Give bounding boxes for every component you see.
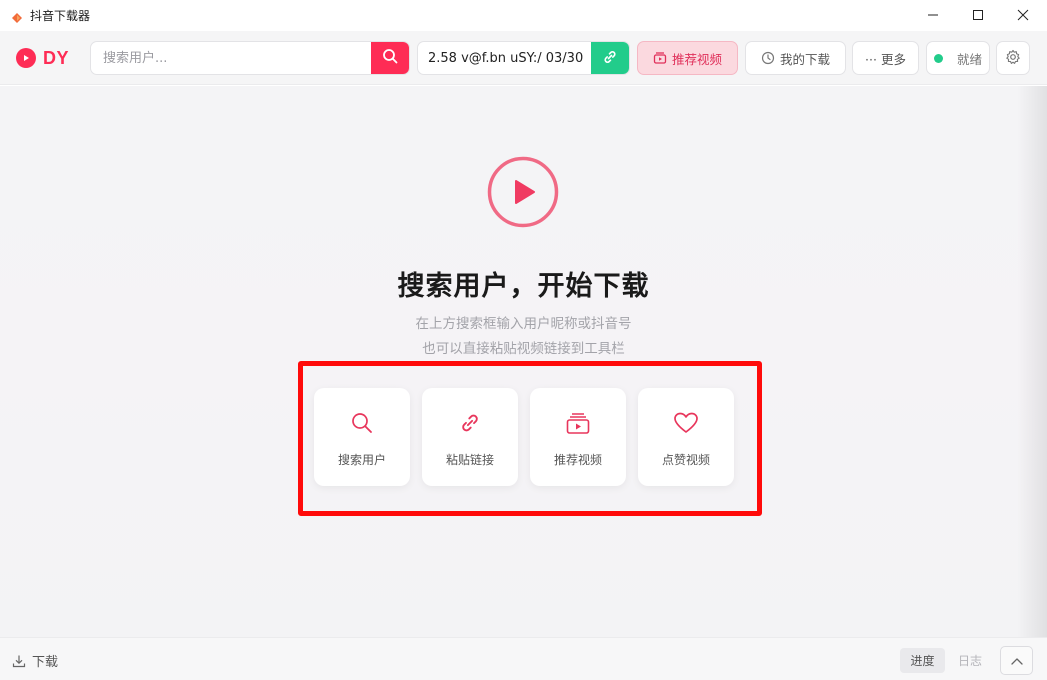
close-button[interactable] (1000, 0, 1046, 31)
window-title: 抖音下载器 (30, 9, 91, 23)
quick-action-paste-link[interactable]: 粘贴链接 (422, 388, 518, 486)
video-stack-icon (530, 410, 626, 436)
quick-action-label: 搜索用户 (337, 453, 386, 467)
quick-action-label: 粘贴链接 (445, 453, 494, 467)
close-icon (1017, 6, 1029, 25)
tab-progress[interactable]: 进度 (900, 648, 945, 673)
quick-action-label: 推荐视频 (553, 453, 602, 467)
search-box (90, 41, 410, 75)
gear-icon (1005, 49, 1021, 68)
maximize-button[interactable] (955, 0, 1001, 31)
quick-action-recommend-videos[interactable]: 推荐视频 (530, 388, 626, 486)
link-icon (422, 410, 518, 436)
video-stack-icon (653, 51, 667, 65)
search-icon (314, 410, 410, 436)
status-dot (933, 53, 943, 63)
search-icon (382, 48, 398, 68)
clock-icon (761, 51, 775, 65)
hero-subtitle-1: 在上方搜索框输入用户昵称或抖音号 (415, 316, 632, 332)
logo-text: DY (43, 47, 70, 68)
play-logo-icon (16, 48, 36, 68)
quick-action-liked-videos[interactable]: 点赞视频 (638, 388, 734, 486)
title-bar: 抖音下载器 (0, 0, 1047, 31)
recommend-videos-button[interactable]: 推荐视频 (637, 41, 738, 75)
my-downloads-button[interactable]: 我的下载 (745, 41, 846, 75)
heart-icon (638, 410, 734, 436)
link-box (417, 41, 630, 75)
settings-button[interactable] (996, 41, 1030, 75)
app-logo: DY (16, 48, 69, 68)
chevron-up-icon (1010, 651, 1024, 670)
minimize-button[interactable] (910, 0, 956, 31)
download-icon (12, 654, 26, 668)
hero-title: 搜索用户，开始下载 (397, 271, 650, 302)
search-button[interactable] (371, 42, 409, 74)
download-panel-toggle[interactable]: 下载 (12, 651, 58, 670)
panel-edge-shadow (1017, 86, 1047, 637)
status-indicator: 就绪 (926, 41, 990, 75)
link-icon (603, 49, 617, 68)
quick-action-label: 点赞视频 (661, 453, 710, 467)
download-label: 下载 (32, 655, 59, 670)
expand-panel-button[interactable] (1000, 646, 1033, 675)
parse-link-button[interactable] (591, 42, 629, 74)
quick-action-search-user[interactable]: 搜索用户 (314, 388, 410, 486)
more-label: ··· 更多 (865, 51, 906, 67)
link-input[interactable] (418, 42, 593, 74)
tab-log[interactable]: 日志 (950, 648, 990, 673)
play-circle-icon (487, 156, 559, 228)
bottom-bar: 下载 进度 日志 (0, 637, 1047, 680)
app-logo-icon (11, 9, 23, 23)
toolbar: DY 推荐视频 我的下载 ··· 更多 就绪 (0, 31, 1047, 85)
recommend-videos-label: 推荐视频 (671, 51, 722, 67)
hero-subtitle-2: 也可以直接粘贴视频链接到工具栏 (422, 341, 625, 357)
more-button[interactable]: ··· 更多 (852, 41, 919, 75)
minimize-icon (927, 6, 939, 25)
search-input[interactable] (91, 42, 373, 74)
my-downloads-label: 我的下载 (779, 51, 830, 67)
maximize-icon (972, 6, 984, 25)
status-label: 就绪 (956, 51, 982, 67)
